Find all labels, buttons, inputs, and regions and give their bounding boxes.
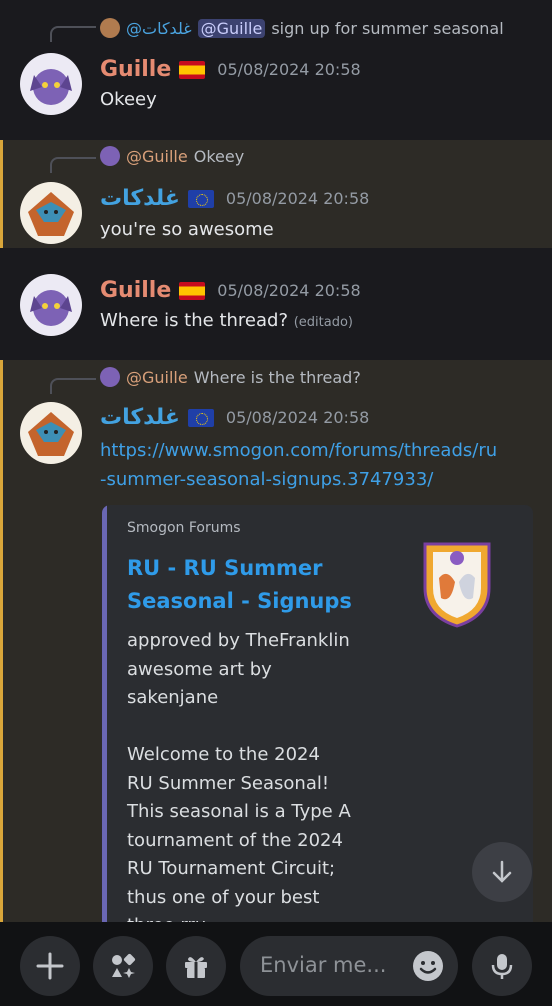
apps-button[interactable] <box>93 936 153 996</box>
reply-author: @Guille <box>126 367 188 387</box>
embed-accent-bar <box>102 505 107 935</box>
reply-text: sign up for summer seasonal <box>271 18 504 38</box>
embed-title[interactable]: RU - RU Summer Seasonal - Signups <box>127 552 357 618</box>
author-name[interactable]: Guille <box>100 57 171 82</box>
reply-connector <box>50 26 96 42</box>
composer-bar: Enviar me... <box>0 922 552 1006</box>
message[interactable]: @غلدكات @Guille sign up for summer seaso… <box>0 0 552 140</box>
reply-author: @غلدكات <box>126 18 192 38</box>
avatar[interactable] <box>20 53 82 115</box>
message-header: غلدكات 05/08/2024 20:58 <box>100 186 369 211</box>
arrow-down-icon <box>492 860 512 883</box>
message-input[interactable]: Enviar me... <box>240 936 458 996</box>
message-text: Okeey <box>100 89 157 110</box>
thread-link[interactable]: https://www.smogon.com/forums/threads/ru… <box>100 436 520 494</box>
apps-icon <box>112 953 136 978</box>
link-line[interactable]: -summer-seasonal-signups.3747933/ <box>100 465 520 494</box>
author-name[interactable]: غلدكات <box>100 405 180 430</box>
gift-button[interactable] <box>166 936 226 996</box>
reply-preview[interactable]: @غلدكات @Guille sign up for summer seaso… <box>100 18 504 38</box>
emoji-icon[interactable] <box>412 950 444 982</box>
spain-flag-icon <box>179 281 206 300</box>
reply-text: Okeey <box>193 146 245 166</box>
microphone-icon <box>491 954 513 979</box>
gift-icon <box>185 957 207 978</box>
avatar[interactable] <box>20 182 82 244</box>
plus-icon <box>36 952 64 980</box>
reply-connector <box>50 157 96 173</box>
edited-label: (editado) <box>293 315 354 330</box>
timestamp: 05/08/2024 20:58 <box>217 281 361 300</box>
scroll-down-button[interactable] <box>472 842 532 902</box>
message[interactable]: @Guille Where is the thread? غلدكات 05/0… <box>0 360 552 935</box>
reply-preview[interactable]: @Guille Where is the thread? <box>100 367 361 387</box>
message-header: Guille 05/08/2024 20:58 <box>100 57 361 82</box>
mention-chip[interactable]: @Guille <box>197 18 266 38</box>
reply-avatar <box>100 146 120 166</box>
avatar[interactable] <box>20 274 82 336</box>
embed-description: approved by TheFranklin awesome art by s… <box>127 630 351 935</box>
add-button[interactable] <box>20 936 80 996</box>
link-embed[interactable]: Smogon Forums RU - RU Summer Seasonal - … <box>102 505 533 935</box>
reply-preview[interactable]: @Guille Okeey <box>100 146 244 166</box>
message-input-placeholder: Enviar me... <box>260 953 387 977</box>
embed-thumbnail[interactable] <box>417 538 497 628</box>
message-text: Where is the thread? (editado) <box>100 310 353 331</box>
message[interactable]: Guille 05/08/2024 20:58 Where is the thr… <box>0 248 552 360</box>
author-name[interactable]: Guille <box>100 278 171 303</box>
embed-provider[interactable]: Smogon Forums <box>127 520 241 536</box>
eu-flag-icon <box>187 189 214 208</box>
message-body: Where is the thread? <box>100 310 288 331</box>
message-header: Guille 05/08/2024 20:58 <box>100 278 361 303</box>
voice-button[interactable] <box>472 936 532 996</box>
reply-avatar <box>100 367 120 387</box>
timestamp: 05/08/2024 20:58 <box>217 60 361 79</box>
timestamp: 05/08/2024 20:58 <box>225 189 370 208</box>
link-line[interactable]: https://www.smogon.com/forums/threads/ru <box>100 436 520 465</box>
eu-flag-icon <box>187 408 214 427</box>
reply-avatar <box>100 18 120 38</box>
message-text: you're so awesome <box>100 219 274 240</box>
reply-connector <box>50 378 96 394</box>
message-header: غلدكات 05/08/2024 20:58 <box>100 405 369 430</box>
reply-author: @Guille <box>126 146 188 166</box>
spain-flag-icon <box>179 60 206 79</box>
reply-text: Where is the thread? <box>193 367 361 387</box>
avatar[interactable] <box>20 402 82 464</box>
author-name[interactable]: غلدكات <box>100 186 180 211</box>
message[interactable]: @Guille Okeey غلدكات 05/08/2024 20:58 yo… <box>0 140 552 248</box>
timestamp: 05/08/2024 20:58 <box>225 408 370 427</box>
